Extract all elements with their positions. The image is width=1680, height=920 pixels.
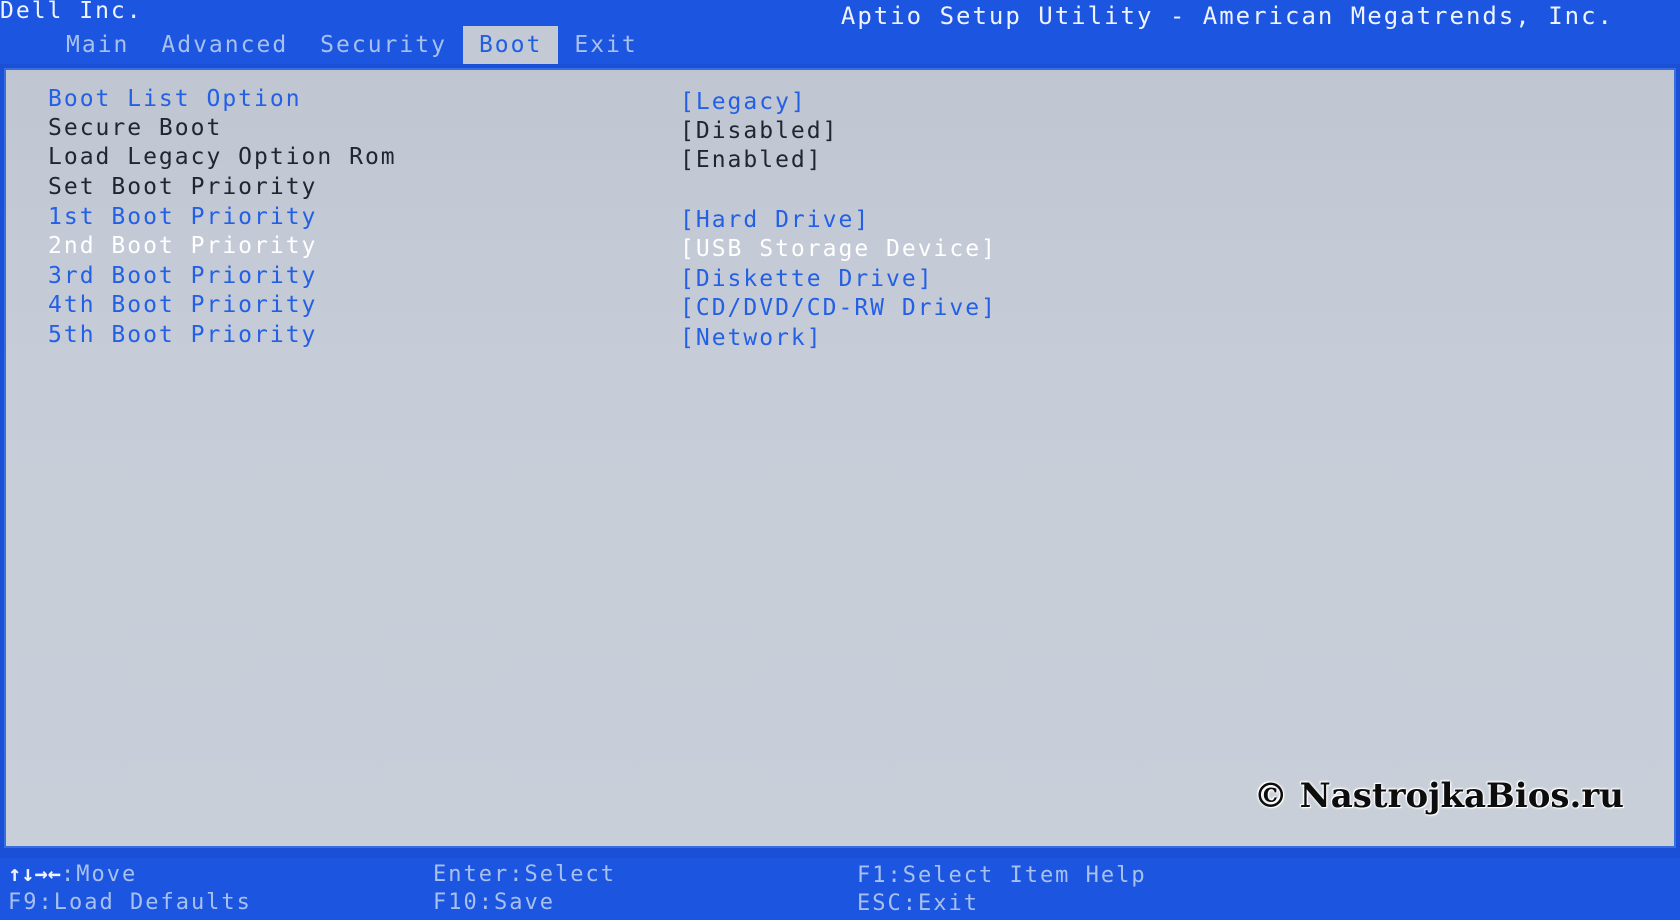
setting-label: Boot List Option bbox=[48, 86, 302, 112]
key-hints-bar: ↑↓→←:Move F9:Load Defaults Enter:Select … bbox=[0, 858, 1680, 920]
tab-advanced[interactable]: Advanced bbox=[145, 26, 304, 64]
vendor-name: Dell Inc. bbox=[0, 0, 143, 24]
setting-label: 3rd Boot Priority bbox=[48, 263, 318, 289]
setting-value: [Disabled] bbox=[680, 118, 839, 144]
section-heading: Set Boot Priority bbox=[48, 174, 318, 200]
hint-move-label: :Move bbox=[60, 862, 138, 887]
tab-boot[interactable]: Boot bbox=[462, 26, 559, 64]
setting-value-selected[interactable]: [USB Storage Device] bbox=[680, 236, 997, 262]
setting-value[interactable]: [Legacy] bbox=[680, 89, 807, 115]
hint-load-defaults: F9:Load Defaults bbox=[8, 890, 252, 915]
header-bar: Dell Inc. Aptio Setup Utility - American… bbox=[0, 0, 1680, 64]
setting-row-1st-boot-priority[interactable]: 1st Boot Priority [Hard Drive] bbox=[6, 204, 1106, 234]
hint-enter-select: Enter:Select bbox=[433, 862, 616, 887]
setting-value[interactable]: [Network] bbox=[680, 325, 823, 351]
utility-title: Aptio Setup Utility - American Megatrend… bbox=[840, 2, 1614, 30]
hint-exit: ESC:Exit bbox=[857, 891, 979, 916]
setting-row-5th-boot-priority[interactable]: 5th Boot Priority [Network] bbox=[6, 322, 1106, 352]
watermark: © NastrojkaBios.ru bbox=[1253, 776, 1624, 816]
hint-item-help: F1:Select Item Help bbox=[857, 863, 1147, 888]
setting-row-boot-list-option[interactable]: Boot List Option [Legacy] bbox=[6, 86, 1106, 116]
setting-value[interactable]: [Diskette Drive] bbox=[680, 266, 934, 292]
boot-settings-panel: Boot List Option [Legacy] Secure Boot [D… bbox=[4, 68, 1676, 848]
setting-label: Load Legacy Option Rom bbox=[48, 144, 397, 170]
setting-label: Secure Boot bbox=[48, 115, 223, 141]
bios-screen: Dell Inc. Aptio Setup Utility - American… bbox=[0, 0, 1680, 920]
setting-value[interactable]: [CD/DVD/CD-RW Drive] bbox=[680, 295, 997, 321]
setting-label: 4th Boot Priority bbox=[48, 292, 318, 318]
setting-value: [Enabled] bbox=[680, 147, 823, 173]
setting-value[interactable]: [Hard Drive] bbox=[680, 207, 870, 233]
tab-security[interactable]: Security bbox=[304, 26, 463, 64]
setting-label-selected: 2nd Boot Priority bbox=[48, 233, 318, 259]
tab-bar: Main Advanced Security Boot Exit bbox=[50, 26, 654, 64]
setting-label: 1st Boot Priority bbox=[48, 204, 318, 230]
setting-row-3rd-boot-priority[interactable]: 3rd Boot Priority [Diskette Drive] bbox=[6, 263, 1106, 293]
hint-move: ↑↓→←:Move bbox=[8, 862, 137, 887]
setting-row-set-boot-priority: Set Boot Priority bbox=[6, 174, 1106, 204]
setting-row-4th-boot-priority[interactable]: 4th Boot Priority [CD/DVD/CD-RW Drive] bbox=[6, 292, 1106, 322]
arrow-keys-icon: ↑↓→← bbox=[8, 862, 61, 887]
tab-exit[interactable]: Exit bbox=[558, 26, 653, 64]
hint-save: F10:Save bbox=[433, 890, 555, 915]
tab-main[interactable]: Main bbox=[50, 26, 145, 64]
setting-label: 5th Boot Priority bbox=[48, 322, 318, 348]
setting-row-secure-boot: Secure Boot [Disabled] bbox=[6, 115, 1106, 145]
setting-row-load-legacy-option-rom: Load Legacy Option Rom [Enabled] bbox=[6, 144, 1106, 174]
setting-row-2nd-boot-priority[interactable]: 2nd Boot Priority [USB Storage Device] bbox=[6, 233, 1106, 263]
